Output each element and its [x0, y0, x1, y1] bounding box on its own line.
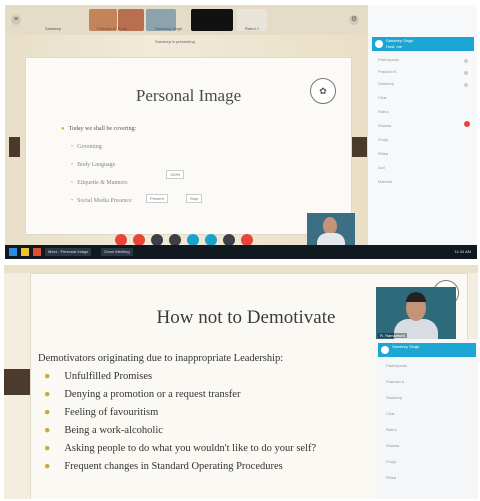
left-slide-tab — [9, 137, 20, 157]
status-dot — [464, 71, 468, 75]
participants-panel: Sandeep Singh Participants Prakash K. Sa… — [376, 339, 478, 499]
taskbar: Meet - Personal Image Zoom Meeting 11:34… — [5, 245, 477, 259]
list-item: ● Frequent changes in Standard Operating … — [44, 461, 283, 472]
panel-row[interactable]: Ritika — [386, 475, 396, 480]
participant-label: Sandeep Singh — [155, 26, 183, 31]
settings-icon[interactable]: ⚙ — [349, 15, 359, 25]
sub-bullet: • Social Media Presence — [71, 198, 132, 204]
panel-row[interactable]: Rahul — [386, 427, 396, 432]
zoom-indicator[interactable]: 100% — [166, 170, 185, 179]
panel-row[interactable]: Ritika — [378, 151, 388, 156]
list-item: ● Unfulfilled Promises — [44, 371, 153, 382]
slide-intro: Demotivators originating due to inapprop… — [38, 353, 284, 364]
menu-icon[interactable]: ≡ — [11, 15, 21, 25]
list-item: ● Denying a promotion or a request transf… — [44, 389, 241, 400]
taskbar-tab[interactable]: Meet - Personal Image — [45, 248, 92, 256]
self-view-video[interactable] — [307, 213, 355, 245]
sub-bullet: • Etiquette & Manners — [71, 180, 128, 186]
panel-row[interactable]: Shweta — [386, 443, 399, 448]
list-item: ● Feeling of favouritism — [44, 407, 159, 418]
sub-bullet: • Grooming — [71, 144, 102, 150]
panel-row[interactable]: Rahul — [378, 109, 388, 114]
speaker-name: R. Ramamurti — [378, 333, 407, 338]
list-item: ● Asking people to do what you wouldn't l… — [44, 443, 317, 454]
wood-border — [4, 265, 478, 273]
participants-panel: Sandeep Singh Host, me Participants Prak… — [367, 5, 477, 245]
panel-row[interactable]: Prakash K. — [386, 379, 406, 384]
self-view-shirt — [317, 233, 345, 245]
panel-row[interactable]: Anil — [378, 165, 385, 170]
panel-row[interactable]: Sandeep — [386, 395, 402, 400]
chrome-icon[interactable] — [33, 248, 41, 256]
intro-bullet: ● Today we shall be covering: — [61, 126, 137, 132]
host-subtitle: Host, me — [386, 44, 403, 49]
panel-row[interactable]: Participants — [378, 57, 399, 62]
status-dot — [464, 83, 468, 87]
presenting-label: Sandeep is presenting — [155, 39, 195, 44]
taskbar-tab[interactable]: Zoom Meeting — [101, 248, 133, 256]
status-dot — [464, 59, 468, 63]
panel-row[interactable]: Chat — [378, 95, 386, 100]
panel-row[interactable]: Shweta — [378, 123, 391, 128]
host-row[interactable]: Sandeep Singh Host, me — [372, 37, 474, 51]
panel-row[interactable]: Pooja — [378, 137, 388, 142]
sub-bullet: • Body Language — [71, 162, 116, 168]
avatar — [381, 346, 389, 354]
taskbar-clock: 11:34 AM — [454, 249, 471, 254]
participant-label: Rahul J — [245, 26, 259, 31]
slide-personal-image: Personal Image ✿ ● Today we shall be cove… — [25, 57, 352, 235]
participant-label: Prakash K. Shah — [97, 26, 128, 31]
host-row[interactable]: Sandeep Singh — [378, 343, 476, 357]
slide-title: Personal Image — [135, 86, 242, 105]
present-button[interactable]: Present — [146, 194, 168, 203]
bullet-list: ● Unfulfilled Promises ● Denying a promoti… — [44, 371, 316, 479]
status-badge — [464, 121, 470, 127]
avatar — [375, 40, 383, 48]
windows-start-icon[interactable] — [9, 248, 17, 256]
video-call-window-bottom: How not to Demotivate ✿ Demotivators ori… — [4, 265, 478, 499]
participant-label: Sandeep — [45, 26, 62, 31]
list-item: ● Being a work-alcoholic — [44, 425, 163, 436]
panel-row[interactable]: Prakash K. — [378, 69, 398, 74]
host-name: Sandeep Singh — [392, 344, 420, 349]
panel-row[interactable]: Pooja — [386, 459, 396, 464]
participant-strip: Sandeep Prakash K. Shah Sandeep Singh Ra… — [5, 5, 367, 35]
panel-row[interactable]: Sandeep — [378, 81, 394, 86]
panel-row[interactable]: Participants — [386, 363, 407, 368]
file-explorer-icon[interactable] — [21, 248, 29, 256]
slide-bullets: ● Today we shall be covering: • Grooming •… — [61, 126, 136, 216]
speaker-video[interactable]: R. Ramamurti — [376, 287, 456, 339]
participant-thumb[interactable] — [191, 9, 233, 31]
speaker-hair — [406, 292, 426, 302]
institute-logo-icon: ✿ — [310, 78, 336, 104]
stop-button[interactable]: Stop — [186, 194, 203, 203]
panel-row[interactable]: Mahesh — [378, 179, 392, 184]
video-call-window-top: Sandeep Prakash K. Shah Sandeep Singh Ra… — [5, 5, 477, 259]
panel-row[interactable]: Chat — [386, 411, 394, 416]
